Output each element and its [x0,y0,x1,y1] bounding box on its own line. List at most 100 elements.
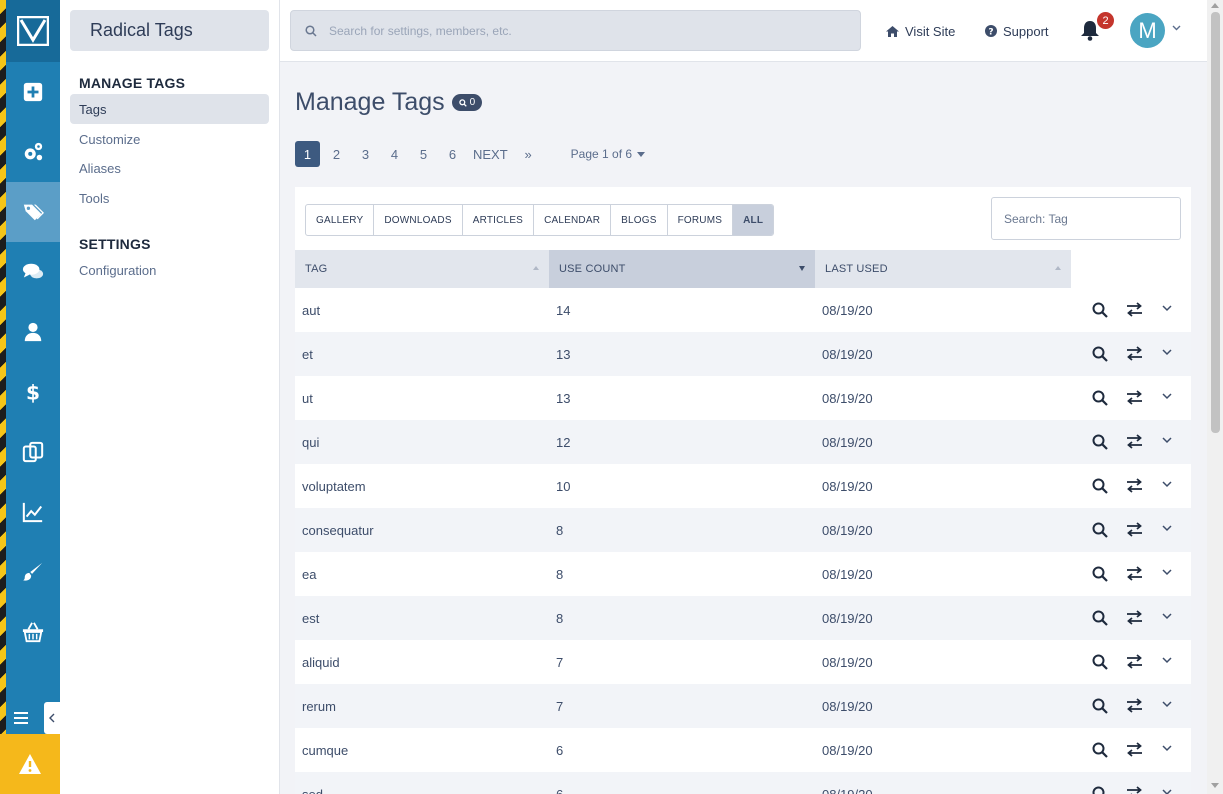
merge-arrows-icon[interactable] [1126,522,1143,537]
rail-chart-icon[interactable] [6,482,60,542]
chevron-down-icon[interactable] [1162,437,1172,444]
chevron-down-icon[interactable] [1162,701,1172,708]
rail-gears-icon[interactable] [6,122,60,182]
page-4-button[interactable]: 4 [382,141,407,167]
support-link[interactable]: ? Support [985,0,1049,62]
search-icon[interactable] [1092,786,1108,794]
warning-icon[interactable] [0,734,60,794]
filter-forums[interactable]: FORUMS [668,205,734,235]
column-use-count[interactable]: USE COUNT [549,250,815,288]
chevron-down-icon[interactable] [1162,613,1172,620]
last-used-date: 08/19/20 [822,786,873,794]
chevron-down-icon[interactable] [1162,393,1172,400]
logo[interactable] [6,0,60,62]
chevron-down-icon[interactable] [1162,745,1172,752]
search-icon[interactable] [1092,478,1108,494]
page-6-button[interactable]: 6 [440,141,465,167]
column-last-used[interactable]: LAST USED [815,250,1071,288]
chevron-down-icon[interactable] [1162,349,1172,356]
use-count: 8 [556,566,564,582]
search-count-pill[interactable]: 0 [451,94,483,111]
rail-chat-icon[interactable] [6,242,60,302]
search-icon[interactable] [1092,434,1108,450]
merge-arrows-icon[interactable] [1126,390,1143,405]
table-row: ea 8 08/19/20 [295,552,1191,596]
chevron-down-icon[interactable] [1162,789,1172,794]
page-scrollbar[interactable] [1207,0,1223,794]
filter-blogs[interactable]: BLOGS [611,205,668,235]
global-search[interactable] [290,10,861,51]
search-icon[interactable] [1092,654,1108,670]
rail-copy-icon[interactable] [6,422,60,482]
search-icon[interactable] [1092,566,1108,582]
table-row: est 8 08/19/20 [295,596,1191,640]
chevron-down-icon[interactable] [1162,305,1172,312]
scroll-thumb[interactable] [1211,12,1220,433]
scroll-down-arrow[interactable] [1211,783,1219,788]
table-row: rerum 7 08/19/20 [295,684,1191,728]
filter-all[interactable]: ALL [733,205,774,235]
area-filter-tabs: GALLERY DOWNLOADS ARTICLES CALENDAR BLOG… [305,204,775,236]
table-row: aut 14 08/19/20 [295,288,1191,332]
sidebar-item-aliases[interactable]: Aliases [70,153,269,183]
sidebar-item-customize[interactable]: Customize [70,124,269,154]
search-icon[interactable] [1092,698,1108,714]
avatar[interactable]: M [1130,13,1165,48]
page-2-button[interactable]: 2 [324,141,349,167]
rail-brush-icon[interactable] [6,542,60,602]
merge-arrows-icon[interactable] [1126,654,1143,669]
search-icon[interactable] [1092,346,1108,362]
chevron-down-icon[interactable] [1172,25,1181,31]
chevron-down-icon[interactable] [1162,525,1172,532]
merge-arrows-icon[interactable] [1126,434,1143,449]
collapse-sidebar-icon[interactable] [44,702,60,734]
next-page-button[interactable]: NEXT [469,141,512,167]
tag-search-input[interactable] [991,197,1181,240]
home-icon [886,25,899,37]
filter-downloads[interactable]: DOWNLOADS [374,205,463,235]
search-icon[interactable] [1092,302,1108,318]
merge-arrows-icon[interactable] [1126,346,1143,361]
chevron-down-icon[interactable] [1162,481,1172,488]
search-icon[interactable] [1092,742,1108,758]
filter-gallery[interactable]: GALLERY [306,205,375,235]
sidebar-item-tools[interactable]: Tools [70,183,269,213]
rail-user-icon[interactable] [6,302,60,362]
merge-arrows-icon[interactable] [1126,566,1143,581]
page-5-button[interactable]: 5 [411,141,436,167]
use-count: 10 [556,478,571,494]
table-row: cumque 6 08/19/20 [295,728,1191,772]
column-tag[interactable]: TAG [295,250,549,288]
page-jump-dropdown[interactable]: Page 1 of 6 [571,147,646,161]
sidebar-item-configuration[interactable]: Configuration [70,255,269,285]
rail-tags-icon[interactable] [6,182,60,242]
use-count: 7 [556,698,564,714]
last-used-date: 08/19/20 [822,346,873,362]
menu-icon[interactable] [6,702,36,734]
scroll-up-arrow[interactable] [1211,3,1219,8]
global-search-input[interactable] [329,23,829,38]
last-page-button[interactable]: » [516,141,541,167]
merge-arrows-icon[interactable] [1126,786,1143,794]
rail-dollar-icon[interactable]: $ [6,362,60,422]
sort-desc-icon [799,266,805,271]
rail-add-icon[interactable] [6,62,60,122]
merge-arrows-icon[interactable] [1126,302,1143,317]
filter-articles[interactable]: ARTICLES [463,205,535,235]
page-3-button[interactable]: 3 [353,141,378,167]
last-used-date: 08/19/20 [822,302,873,318]
merge-arrows-icon[interactable] [1126,742,1143,757]
search-icon[interactable] [1092,522,1108,538]
chevron-down-icon[interactable] [1162,657,1172,664]
sidebar-item-tags[interactable]: Tags [70,94,269,124]
search-icon[interactable] [1092,390,1108,406]
search-icon[interactable] [1092,610,1108,626]
rail-basket-icon[interactable] [6,602,60,662]
merge-arrows-icon[interactable] [1126,610,1143,625]
chevron-down-icon[interactable] [1162,569,1172,576]
visit-site-link[interactable]: Visit Site [886,0,955,62]
filter-calendar[interactable]: CALENDAR [534,205,612,235]
merge-arrows-icon[interactable] [1126,698,1143,713]
merge-arrows-icon[interactable] [1126,478,1143,493]
page-1-button[interactable]: 1 [295,141,320,167]
